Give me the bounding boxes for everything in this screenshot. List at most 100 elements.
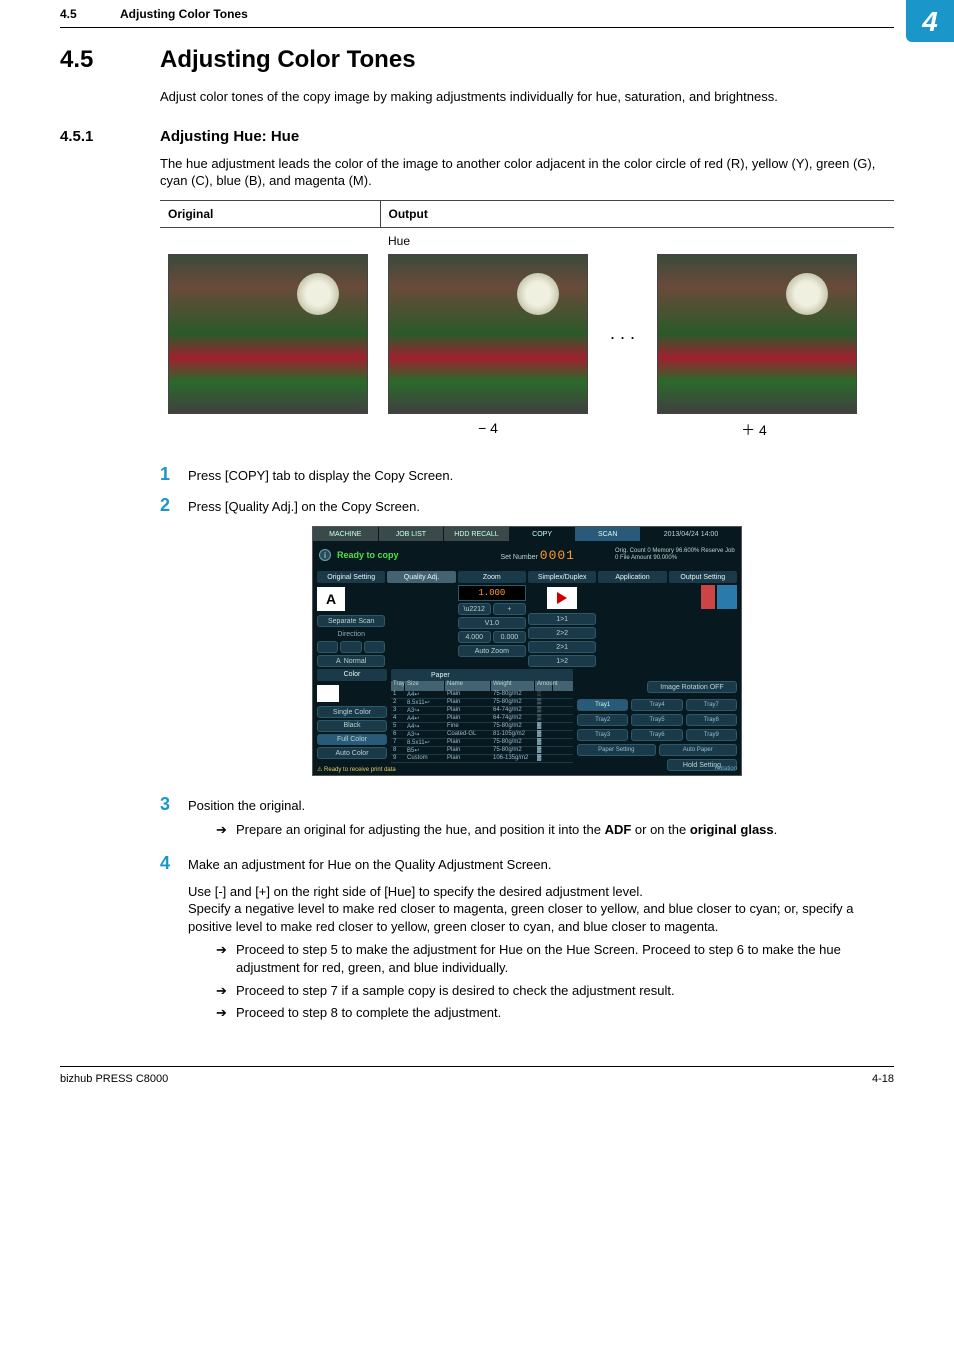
black-button[interactable]: Black [317, 720, 387, 732]
paper-row[interactable]: 8B5↩Plain75-80g/m2▓ [391, 747, 573, 755]
substep-4-2: Proceed to step 7 if a sample copy is de… [236, 982, 675, 1000]
zoom-0000[interactable]: 0.000 [493, 631, 526, 643]
auto-paper-button[interactable]: Auto Paper [659, 744, 738, 756]
paper-row[interactable]: 78.5x11↩Plain75-80g/m2▓ [391, 739, 573, 747]
subsection-heading: 4.5.1 Adjusting Hue: Hue [60, 128, 894, 145]
arrow-icon: ➔ [216, 1004, 236, 1022]
footer-warning: ⚠ Ready to receive print data [317, 766, 396, 773]
tray4-button[interactable]: Tray4 [631, 699, 682, 711]
dir-btn-1[interactable] [317, 641, 338, 653]
normal-button[interactable]: ANormal [317, 655, 385, 667]
section-heading-number: 4.5 [60, 46, 160, 74]
memory-status: Orig. Count 0 Memory 96.600% Reserve Job… [615, 548, 735, 562]
hdr-output-setting[interactable]: Output Setting [669, 571, 737, 583]
duplex-preview-icon [547, 587, 577, 609]
zoom-4000[interactable]: 4.000 [458, 631, 491, 643]
paper-row[interactable]: 3A3↪Plain64-74g/m2▒ [391, 707, 573, 715]
step-number-3: 3 [160, 794, 188, 843]
tray5-button[interactable]: Tray5 [631, 714, 682, 726]
paper-col-weight: Weight [491, 681, 535, 691]
footer-rotation[interactable]: Rotation [715, 766, 737, 773]
hdr-simplex-duplex[interactable]: Simplex/Duplex [528, 571, 596, 583]
zoom-v-button[interactable]: V1.0 [458, 617, 526, 629]
hdr-paper: Paper [391, 669, 573, 681]
paper-col-size: Size [405, 681, 445, 691]
duplex-2-2[interactable]: 2>2 [528, 627, 596, 639]
section-heading-title: Adjusting Color Tones [160, 46, 416, 74]
section-intro: Adjust color tones of the copy image by … [160, 88, 894, 106]
zoom-minus[interactable]: \u2212 [458, 603, 491, 615]
paper-row[interactable]: 28.5x11↩Plain75-80g/m2▒ [391, 699, 573, 707]
step-text-2: Press [Quality Adj.] on the Copy Screen. [188, 495, 894, 516]
arrow-icon: ➔ [216, 982, 236, 1000]
duplex-1-1[interactable]: 1>1 [528, 613, 596, 625]
step-number-2: 2 [160, 495, 188, 516]
paper-row[interactable]: 6A3↪Coated-GL81-105g/m2▓ [391, 731, 573, 739]
tab-scan[interactable]: SCAN [575, 527, 641, 541]
image-rotation-button[interactable]: Image Rotation OFF [647, 681, 737, 693]
single-color-button[interactable]: Single Color [317, 706, 387, 718]
duplex-2-1[interactable]: 2>1 [528, 641, 596, 653]
tab-machine[interactable]: MACHINE [313, 527, 379, 541]
dir-btn-2[interactable] [340, 641, 361, 653]
arrow-icon: ➔ [216, 941, 236, 977]
chapter-badge: 4 [906, 0, 954, 42]
output-icon-2 [717, 585, 737, 609]
hdr-application[interactable]: Application [598, 571, 666, 583]
caption-plus: ＋ 4 [654, 420, 854, 440]
hdr-color: Color [317, 669, 387, 681]
header-section-title: Adjusting Color Tones [120, 7, 894, 21]
auto-color-button[interactable]: Auto Color [317, 747, 387, 759]
ellipsis: . . . [606, 323, 639, 344]
paper-row[interactable]: 1A4↩Plain75-80g/m2░ [391, 691, 573, 699]
full-color-button[interactable]: Full Color [317, 734, 387, 746]
direction-label: Direction [317, 629, 385, 639]
substep-4-1: Proceed to step 5 to make the adjustment… [236, 941, 894, 977]
section-heading: 4.5 Adjusting Color Tones [60, 46, 894, 74]
footer-product: bizhub PRESS C8000 [60, 1073, 168, 1085]
substep-4-3: Proceed to step 8 to complete the adjust… [236, 1004, 501, 1022]
tray2-button[interactable]: Tray2 [577, 714, 628, 726]
footer-page: 4-18 [872, 1073, 894, 1085]
original-output-table: Original Output Hue . . . − 4 [160, 200, 894, 440]
paper-row[interactable]: 9CustomPlain106-135g/m2▓ [391, 755, 573, 763]
dir-btn-3[interactable] [364, 641, 385, 653]
tab-joblist[interactable]: JOB LIST [379, 527, 445, 541]
separate-scan-button[interactable]: Separate Scan [317, 615, 385, 627]
tray7-button[interactable]: Tray7 [686, 699, 737, 711]
thumbnail-output-plus [657, 254, 857, 414]
paper-row[interactable]: 5A4↪Fine75-80g/m2▓ [391, 723, 573, 731]
hdr-quality-adj[interactable]: Quality Adj. [387, 571, 455, 583]
timestamp: 2013/04/24 14:00 [641, 527, 741, 541]
col-header-output: Output [380, 200, 894, 227]
tray8-button[interactable]: Tray8 [686, 714, 737, 726]
copy-screen-screenshot: MACHINE JOB LIST HDD RECALL COPY SCAN 20… [312, 526, 742, 776]
step-text-1: Press [COPY] tab to display the Copy Scr… [188, 464, 894, 485]
tray3-button[interactable]: Tray3 [577, 729, 628, 741]
paper-row[interactable]: 4A4↩Plain64-74g/m2▒ [391, 715, 573, 723]
subsection-heading-title: Adjusting Hue: Hue [160, 128, 299, 145]
zoom-plus[interactable]: + [493, 603, 526, 615]
col-header-original: Original [160, 200, 380, 227]
output-icon-1 [701, 585, 715, 609]
auto-zoom-button[interactable]: Auto Zoom [458, 645, 526, 657]
tray9-button[interactable]: Tray9 [686, 729, 737, 741]
hdr-zoom[interactable]: Zoom [458, 571, 526, 583]
tab-hddrecall[interactable]: HDD RECALL [444, 527, 510, 541]
caption-minus: − 4 [388, 420, 588, 440]
tray6-button[interactable]: Tray6 [631, 729, 682, 741]
tab-copy[interactable]: COPY [510, 527, 576, 541]
subsection-heading-number: 4.5.1 [60, 128, 160, 145]
tray1-button[interactable]: Tray1 [577, 699, 628, 711]
arrow-icon: ➔ [216, 821, 236, 839]
duplex-1-2[interactable]: 1>2 [528, 655, 596, 667]
step-number-1: 1 [160, 464, 188, 485]
paper-setting-button[interactable]: Paper Setting [577, 744, 656, 756]
subsection-intro: The hue adjustment leads the color of th… [160, 155, 894, 190]
hdr-original-setting[interactable]: Original Setting [317, 571, 385, 583]
set-number-label: Set Number [500, 554, 537, 561]
step-text-3: Position the original. [188, 798, 305, 813]
thumbnail-original [168, 254, 368, 414]
paper-col-name: Name [445, 681, 491, 691]
zoom-value: 1.000 [458, 585, 526, 601]
